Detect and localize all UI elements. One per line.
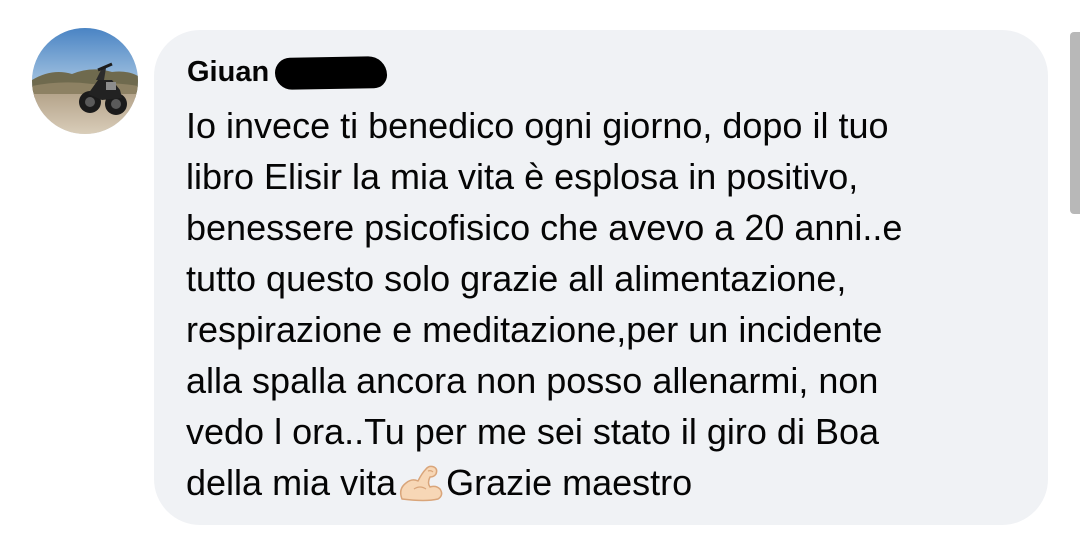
comment-author-row: Giuan — [187, 52, 388, 92]
comment-line: tutto questo solo grazie all alimentazio… — [186, 258, 847, 299]
avatar[interactable] — [32, 28, 138, 134]
comment-line-after-emoji: Grazie maestro — [446, 462, 693, 503]
author-name[interactable]: Giuan — [187, 56, 269, 89]
flexed-biceps-emoji-icon — [400, 465, 443, 502]
comment-line: Io invece ti benedico ogni giorno, dopo … — [186, 105, 889, 146]
comment-line: libro Elisir la mia vita è esplosa in po… — [186, 156, 859, 197]
motorcycle-photo-icon — [32, 28, 138, 134]
comment-line: respirazione e meditazione,per un incide… — [186, 309, 883, 350]
comment-line: benessere psicofisico che avevo a 20 ann… — [186, 207, 903, 248]
comment-line-before-emoji: della mia vita — [186, 462, 397, 503]
comment-line: alla spalla ancora non posso allenarmi, … — [186, 360, 879, 401]
redaction-mark — [274, 56, 388, 90]
comment-screen: Giuan Io invece ti benedico ogni giorno,… — [0, 0, 1080, 533]
scrollbar[interactable] — [1070, 32, 1080, 214]
comment-text: Io invece ti benedico ogni giorno, dopo … — [186, 100, 1026, 508]
comment-last-line: della mia vita Grazie maestro — [186, 457, 1026, 508]
comment-bubble: Giuan Io invece ti benedico ogni giorno,… — [154, 30, 1048, 525]
comment-line: vedo l ora..Tu per me sei stato il giro … — [186, 411, 879, 452]
